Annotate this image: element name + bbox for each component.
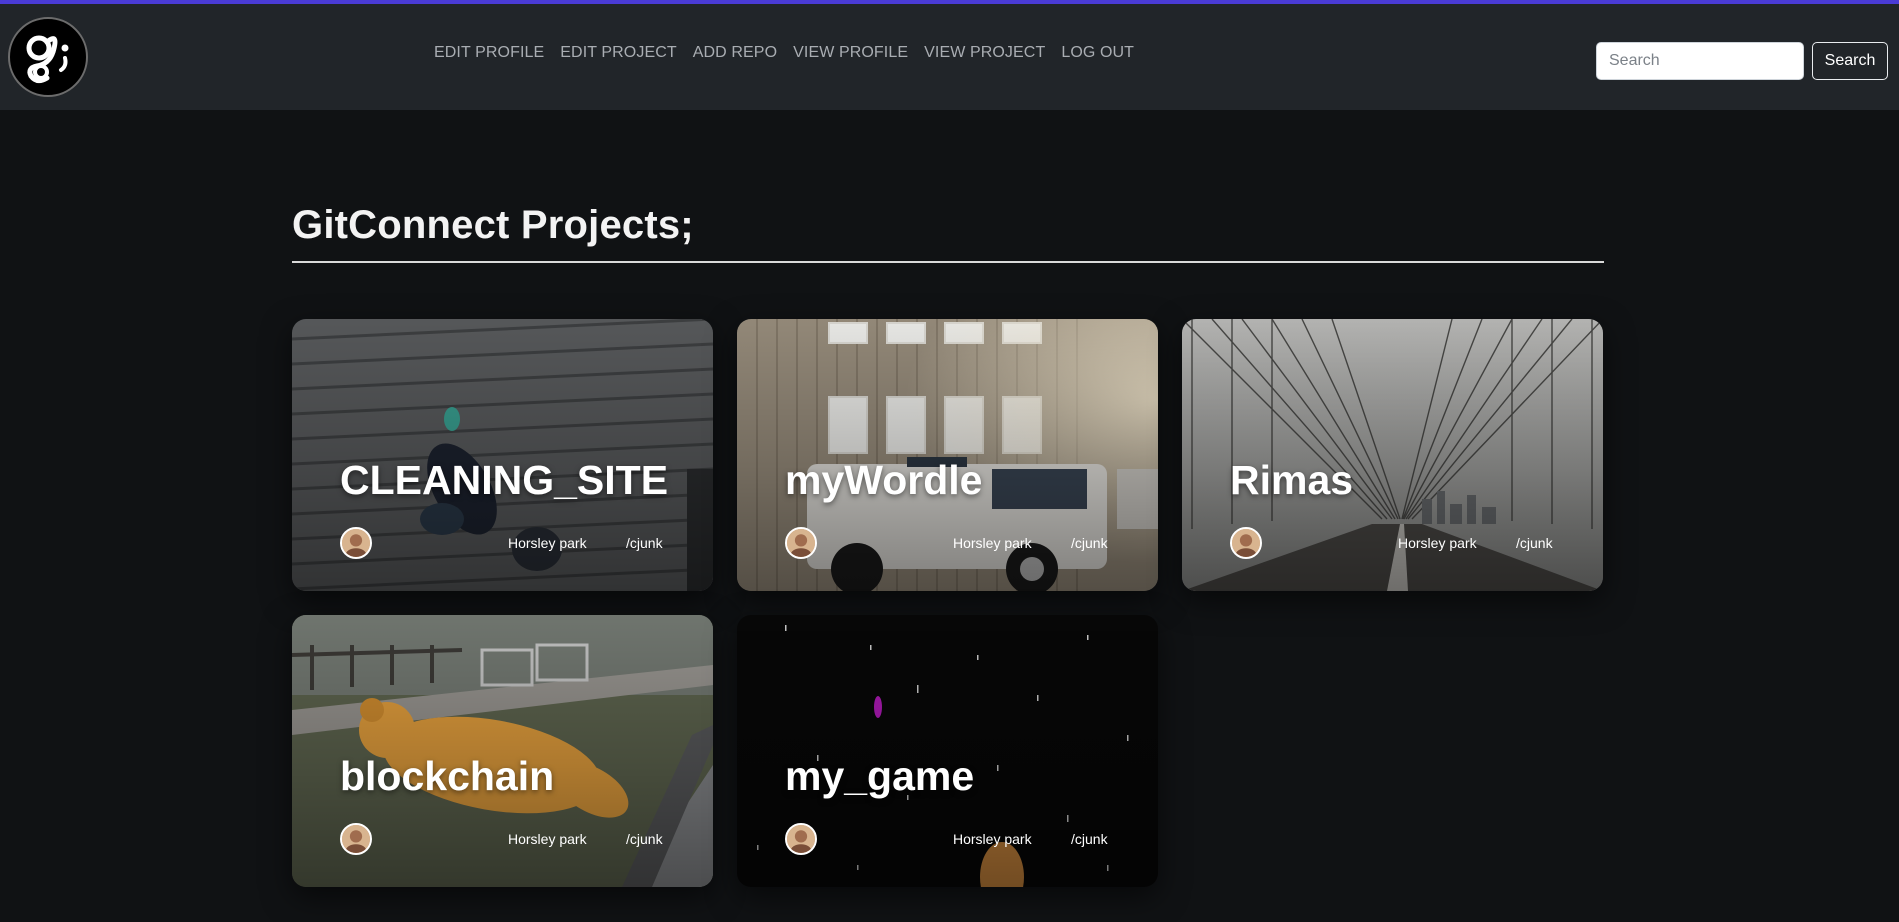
project-card[interactable]: myWordle Horsley park /cjunk [737, 319, 1158, 591]
project-title: blockchain [340, 753, 555, 799]
project-title: my_game [785, 753, 975, 799]
navbar: EDIT PROFILE EDIT PROJECT ADD REPO VIEW … [0, 4, 1899, 110]
project-title: myWordle [785, 457, 983, 503]
project-card[interactable]: Rimas Horsley park /cjunk [1182, 319, 1603, 591]
nav-log-out[interactable]: LOG OUT [1061, 44, 1134, 62]
nav-edit-project[interactable]: EDIT PROJECT [560, 44, 676, 62]
project-location: Horsley park [953, 831, 1032, 847]
project-repo[interactable]: /cjunk [626, 831, 663, 847]
project-repo[interactable]: /cjunk [1071, 535, 1108, 551]
avatar [785, 527, 817, 559]
avatar [340, 823, 372, 855]
project-location: Horsley park [953, 535, 1032, 551]
project-card[interactable]: CLEANING_SITE Horsley park /cjunk [292, 319, 713, 591]
project-repo[interactable]: /cjunk [1516, 535, 1553, 551]
search-button[interactable]: Search [1812, 42, 1888, 80]
nav-links: EDIT PROFILE EDIT PROJECT ADD REPO VIEW … [434, 44, 1134, 62]
nav-view-project[interactable]: VIEW PROJECT [924, 44, 1045, 62]
avatar [1230, 527, 1262, 559]
logo-glyph-icon [26, 35, 69, 84]
avatar [785, 823, 817, 855]
nav-add-repo[interactable]: ADD REPO [693, 44, 777, 62]
project-repo[interactable]: /cjunk [626, 535, 663, 551]
title-divider [292, 261, 1604, 263]
project-card[interactable]: blockchain Horsley park /cjunk [292, 615, 713, 887]
project-card[interactable]: my_game Horsley park /cjunk [737, 615, 1158, 887]
project-repo[interactable]: /cjunk [1071, 831, 1108, 847]
nav-edit-profile[interactable]: EDIT PROFILE [434, 44, 544, 62]
avatar [340, 527, 372, 559]
project-title: Rimas [1230, 457, 1354, 503]
nav-view-profile[interactable]: VIEW PROFILE [793, 44, 908, 62]
gitconnect-logo[interactable] [8, 17, 88, 97]
project-title: CLEANING_SITE [340, 457, 669, 503]
project-location: Horsley park [508, 831, 587, 847]
search-input[interactable] [1596, 42, 1804, 80]
project-location: Horsley park [1398, 535, 1477, 551]
project-location: Horsley park [508, 535, 587, 551]
page-title: GitConnect Projects; [292, 203, 694, 247]
